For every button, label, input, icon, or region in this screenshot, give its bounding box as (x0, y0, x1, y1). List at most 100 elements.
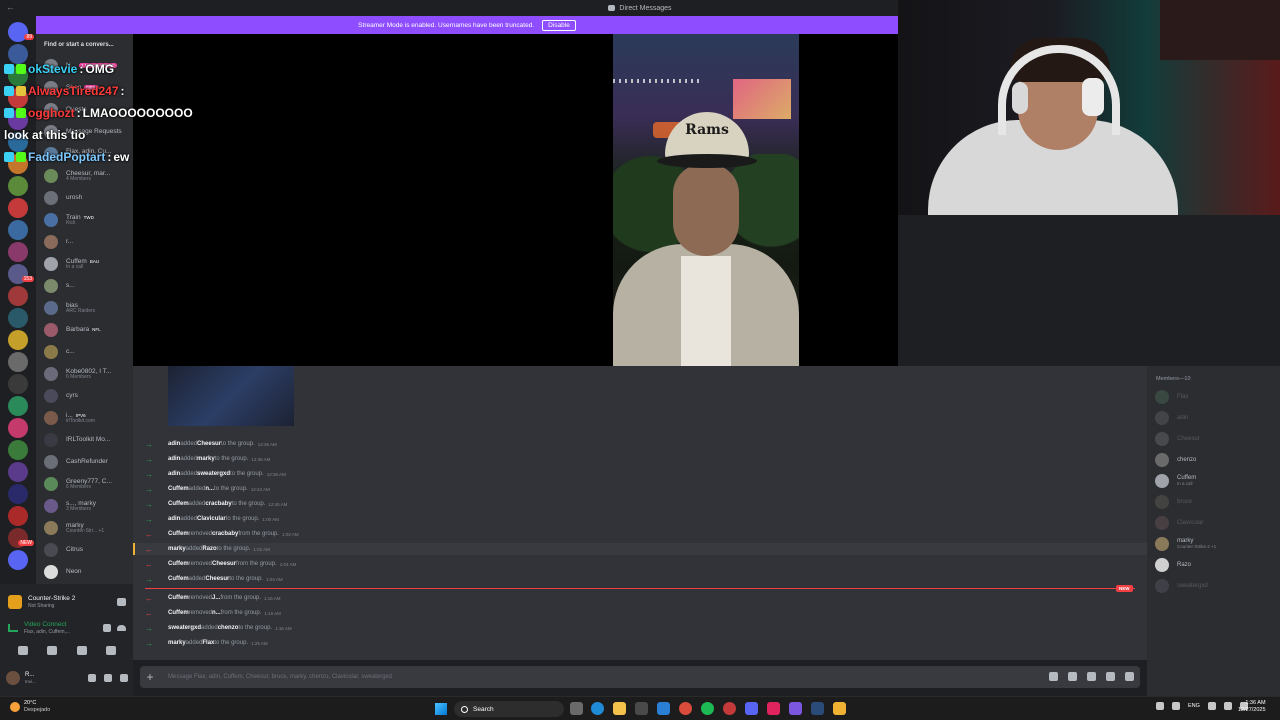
disable-streamer-mode-button[interactable]: Disable (542, 19, 576, 31)
message-target[interactable]: Flax (202, 640, 214, 646)
gif-icon[interactable] (1068, 672, 1077, 681)
server-icon[interactable] (8, 550, 28, 570)
message-actor[interactable]: marky (168, 546, 186, 552)
member-item[interactable]: marky Counter-Strike 2 +1 (1155, 535, 1275, 553)
message-actor[interactable]: Cuffem (168, 561, 189, 567)
server-icon[interactable] (8, 506, 28, 526)
message-actor[interactable]: adin (168, 456, 180, 462)
message-actor[interactable]: Cuffem (168, 595, 189, 601)
apps-icon[interactable] (1125, 672, 1134, 681)
message-target[interactable]: cracbaby (212, 531, 238, 537)
weather-widget[interactable]: 20°C Despejado (10, 700, 50, 713)
server-icon[interactable] (8, 286, 28, 306)
member-item[interactable]: chenzo (1155, 451, 1275, 469)
stream-icon[interactable] (117, 598, 126, 606)
message-target[interactable]: marky (197, 456, 215, 462)
server-icon[interactable] (8, 352, 28, 372)
message-actor[interactable]: Cuffem (168, 610, 189, 616)
member-item[interactable]: Flax (1155, 388, 1275, 406)
disconnect-icon[interactable] (117, 625, 126, 631)
message-target[interactable]: sweatergxd (197, 471, 230, 477)
server-icon[interactable] (8, 308, 28, 328)
noise-suppression-icon[interactable] (103, 624, 111, 632)
message-target[interactable]: Razo (202, 546, 216, 552)
message-target[interactable]: Cheesur (205, 576, 229, 582)
message-actor[interactable]: Cuffem (168, 531, 189, 537)
dm-item[interactable]: marky Counter-Stri... +1 (36, 518, 133, 538)
dm-item[interactable]: bias ARC Raiders (36, 298, 133, 318)
dm-item[interactable]: Neon (36, 562, 133, 582)
message-actor[interactable]: adin (168, 516, 180, 522)
server-icon[interactable] (8, 440, 28, 460)
message-actor[interactable]: Cuffem (168, 501, 189, 507)
gear-icon[interactable] (120, 674, 128, 682)
message-actor[interactable]: sweatergxd (168, 625, 201, 631)
image-attachment[interactable] (168, 366, 294, 426)
member-item[interactable]: Clavicular (1155, 514, 1275, 532)
server-icon[interactable] (8, 330, 28, 350)
video-stage[interactable]: Rams (133, 34, 898, 366)
soundboard-icon[interactable] (106, 645, 117, 655)
spotify-icon[interactable] (701, 702, 714, 715)
server-icon[interactable] (8, 418, 28, 438)
dm-item[interactable]: s..., marky 3 Members (36, 496, 133, 516)
message-actor[interactable]: adin (168, 441, 180, 447)
microphone-tray-icon[interactable] (1172, 702, 1180, 710)
steam-icon[interactable] (811, 702, 824, 715)
chevron-up-icon[interactable] (1156, 702, 1164, 710)
file-explorer-icon[interactable] (613, 702, 626, 715)
message-actor[interactable]: Cuffem (168, 486, 189, 492)
mail-icon[interactable] (657, 702, 670, 715)
dm-item[interactable]: CashRefunder (36, 452, 133, 472)
dm-item[interactable]: Cuffem BAU In a call (36, 254, 133, 274)
camera-off-icon[interactable] (17, 645, 28, 655)
obs-icon[interactable] (833, 702, 846, 715)
member-item[interactable]: Razo (1155, 556, 1275, 574)
volume-icon[interactable] (1223, 702, 1232, 710)
headphones-icon[interactable] (104, 674, 112, 682)
network-icon[interactable] (1207, 702, 1216, 710)
dm-item[interactable]: urosh (36, 188, 133, 208)
chrome-icon[interactable] (679, 702, 692, 715)
message-target[interactable]: cracbaby (205, 501, 231, 507)
server-icon[interactable] (8, 176, 28, 196)
dm-search-button[interactable]: Find or start a convers... (44, 42, 114, 48)
clock[interactable]: 1:36 AM 12/27/2025 (1238, 700, 1266, 714)
discord-icon[interactable] (745, 702, 758, 715)
app-icon[interactable] (789, 702, 802, 715)
edge-icon[interactable] (591, 702, 604, 715)
server-icon[interactable] (8, 484, 28, 504)
message-target[interactable]: n... (205, 486, 214, 492)
message-target[interactable]: chenzo (218, 625, 239, 631)
dm-item[interactable]: IRLToolkit Mo... (36, 430, 133, 450)
member-item[interactable]: adin (1155, 409, 1275, 427)
message-target[interactable]: J... (212, 595, 220, 601)
server-icon[interactable] (8, 220, 28, 240)
message-actor[interactable]: marky (168, 640, 186, 646)
server-icon[interactable] (8, 44, 28, 64)
screen-share-icon[interactable] (47, 645, 58, 655)
browser-icon[interactable] (723, 702, 736, 715)
taskbar-search[interactable]: Search (454, 701, 564, 717)
dm-item[interactable]: Kobe0802, I T... 6 Members (36, 364, 133, 384)
server-icon[interactable] (8, 242, 28, 262)
member-item[interactable]: sweatergxd (1155, 577, 1275, 595)
server-icon[interactable] (8, 396, 28, 416)
member-item[interactable]: Cuffem In a call (1155, 472, 1275, 490)
participant-video[interactable]: Rams (613, 34, 799, 366)
activity-status[interactable]: Counter-Strike 2 Not Sharing (8, 590, 126, 614)
activities-icon[interactable] (76, 645, 87, 655)
message-target[interactable]: Cheesur (212, 561, 236, 567)
message-target[interactable]: n... (212, 610, 221, 616)
task-view-icon[interactable] (570, 702, 583, 715)
dm-item[interactable]: Cheesur, mar... 4 Members (36, 166, 133, 186)
sticker-icon[interactable] (1087, 672, 1096, 681)
message-actor[interactable]: adin (168, 471, 180, 477)
dm-item[interactable]: r... (36, 232, 133, 252)
message-actor[interactable]: Cuffem (168, 576, 189, 582)
gift-icon[interactable] (1049, 672, 1058, 681)
language-indicator[interactable]: ENG (1188, 703, 1200, 709)
music-icon[interactable] (767, 702, 780, 715)
dm-item[interactable]: Barbara NFL (36, 320, 133, 340)
dm-item[interactable]: i... IPV6 irlToolkit.com (36, 408, 133, 428)
